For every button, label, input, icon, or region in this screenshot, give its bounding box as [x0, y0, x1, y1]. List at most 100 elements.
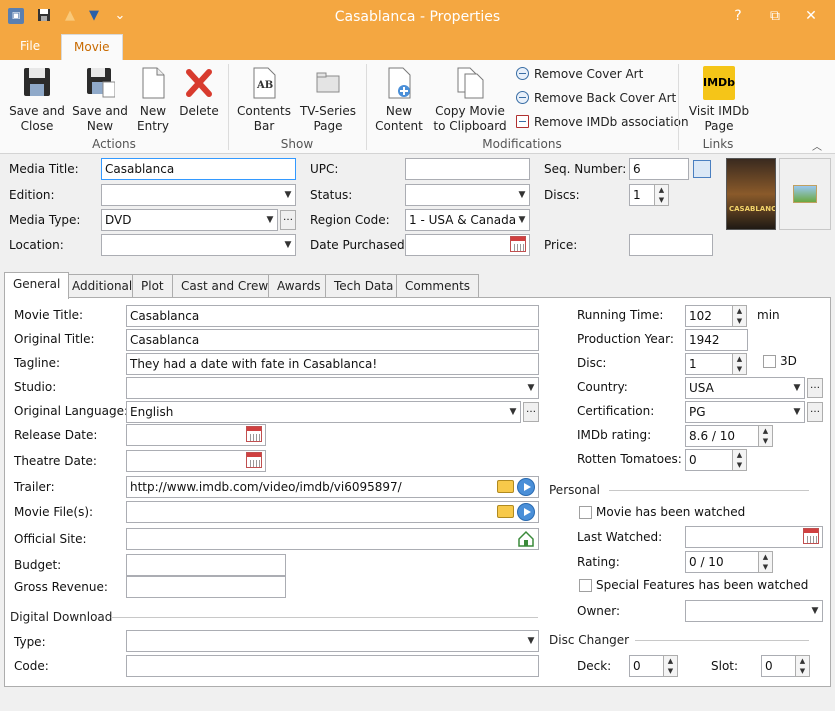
tagline-label: Tagline: — [14, 356, 61, 370]
play-icon[interactable] — [517, 503, 535, 521]
help-button[interactable]: ? — [720, 0, 756, 34]
edition-select[interactable]: ▼ — [101, 184, 296, 206]
calendar-icon[interactable] — [510, 236, 526, 252]
media-type-select[interactable]: DVD ▼ — [101, 209, 278, 231]
restore-button[interactable]: ⧉ — [757, 0, 793, 34]
tab-general[interactable]: General — [4, 272, 70, 299]
upc-input[interactable] — [405, 158, 530, 180]
gross-revenue-input[interactable] — [126, 576, 286, 598]
rating-stepper[interactable]: ▲ ▼ — [758, 551, 773, 573]
save-close-label-1: Save and — [9, 104, 65, 118]
certification-select[interactable]: PG ▼ — [685, 401, 805, 423]
slot-stepper[interactable]: ▲ ▼ — [795, 655, 810, 677]
contents-bar-button[interactable]: AB Contents Bar — [236, 66, 292, 134]
cover-art-image[interactable]: CASABLANCA — [726, 158, 776, 230]
imdb-rating-input[interactable]: 8.6 / 10 — [685, 425, 759, 447]
tagline-input[interactable]: They had a date with fate in Casablanca! — [126, 353, 539, 375]
price-input[interactable] — [629, 234, 713, 256]
tab-file[interactable]: File — [8, 34, 52, 60]
movie-files-input[interactable] — [126, 501, 539, 523]
media-type-more-button[interactable]: … — [280, 210, 296, 230]
status-label: Status: — [310, 188, 353, 202]
special-features-watched-checkbox[interactable] — [579, 579, 592, 592]
tab-tech-data[interactable]: Tech Data — [325, 274, 403, 298]
tab-movie[interactable]: Movie — [61, 34, 123, 61]
tab-cast-and-crew[interactable]: Cast and Crew — [172, 274, 278, 298]
tab-comments[interactable]: Comments — [396, 274, 480, 298]
location-select[interactable]: ▼ — [101, 234, 296, 256]
rating-input[interactable]: 0 / 10 — [685, 551, 759, 573]
delete-button[interactable]: Delete — [178, 66, 220, 119]
seq-number-label: Seq. Number: — [544, 162, 627, 176]
release-date-input[interactable] — [126, 424, 266, 446]
tv-series-page-button[interactable]: TV-Series Page — [298, 66, 358, 134]
studio-select[interactable]: ▼ — [126, 377, 539, 399]
calendar-icon[interactable] — [246, 426, 262, 442]
movie-watched-checkbox[interactable] — [579, 506, 592, 519]
calendar-icon[interactable] — [803, 528, 819, 544]
tab-additional[interactable]: Additional — [63, 274, 142, 298]
remove-cover-art-button[interactable]: Remove Cover Art — [516, 64, 643, 84]
remove-imdb-label: Remove IMDb association — [534, 115, 689, 129]
play-icon[interactable] — [517, 478, 535, 496]
open-folder-icon[interactable] — [497, 480, 514, 493]
running-time-stepper[interactable]: ▲ ▼ — [732, 305, 747, 327]
remove-imdb-association-button[interactable]: Remove IMDb association — [516, 112, 689, 132]
save-and-close-button[interactable]: Save and Close — [8, 66, 66, 134]
group-label-show: Show — [280, 137, 314, 151]
trailer-input[interactable]: http://www.imdb.com/video/imdb/vi6095897… — [126, 476, 539, 498]
remove-imdb-icon — [516, 115, 529, 128]
discs-stepper[interactable]: ▲ ▼ — [654, 184, 669, 206]
discs-input[interactable]: 1 — [629, 184, 655, 206]
region-code-select[interactable]: 1 - USA & Canada ▼ — [405, 209, 530, 231]
copy-movie-clipboard-button[interactable]: Copy Movie to Clipboard — [432, 66, 508, 134]
deck-input[interactable]: 0 — [629, 655, 664, 677]
3d-checkbox[interactable] — [763, 355, 776, 368]
disc-stepper[interactable]: ▲ ▼ — [732, 353, 747, 375]
rotten-tomatoes-stepper[interactable]: ▲ ▼ — [732, 449, 747, 471]
slot-input[interactable]: 0 — [761, 655, 796, 677]
collapse-ribbon-icon[interactable]: ︿ — [812, 138, 822, 153]
chevron-down-icon: ▼ — [527, 383, 535, 393]
code-input[interactable] — [126, 655, 539, 677]
country-select[interactable]: USA ▼ — [685, 377, 805, 399]
open-folder-icon[interactable] — [497, 505, 514, 518]
visit-imdb-page-button[interactable]: IMDb Visit IMDb Page — [688, 66, 750, 134]
seq-number-input[interactable]: 6 — [629, 158, 689, 180]
official-site-input[interactable] — [126, 528, 539, 550]
copy-movie-label-2: to Clipboard — [433, 119, 507, 133]
imdb-rating-stepper[interactable]: ▲ ▼ — [758, 425, 773, 447]
tab-awards[interactable]: Awards — [268, 274, 330, 298]
original-language-more-button[interactable]: … — [523, 402, 539, 422]
last-watched-input[interactable] — [685, 526, 823, 548]
date-purchased-input[interactable] — [405, 234, 530, 256]
disc-input[interactable]: 1 — [685, 353, 733, 375]
movie-title-input[interactable]: Casablanca — [126, 305, 539, 327]
media-title-input[interactable]: Casablanca — [101, 158, 296, 180]
running-time-input[interactable]: 102 — [685, 305, 733, 327]
rotten-tomatoes-input[interactable]: 0 — [685, 449, 733, 471]
tab-plot[interactable]: Plot — [132, 274, 173, 298]
save-and-new-button[interactable]: Save and New — [72, 66, 128, 134]
certification-more-button[interactable]: … — [807, 402, 823, 422]
home-icon[interactable] — [517, 530, 535, 548]
deck-stepper[interactable]: ▲ ▼ — [663, 655, 678, 677]
remove-back-cover-button[interactable]: Remove Back Cover Art — [516, 88, 676, 108]
theatre-date-input[interactable] — [126, 450, 266, 472]
close-button[interactable]: ✕ — [793, 0, 829, 34]
original-title-input[interactable]: Casablanca — [126, 329, 539, 351]
production-year-input[interactable]: 1942 — [685, 329, 748, 351]
new-entry-button[interactable]: New Entry — [134, 66, 172, 134]
owner-select[interactable]: ▼ — [685, 600, 823, 622]
status-select[interactable]: ▼ — [405, 184, 530, 206]
visit-imdb-label-2: Page — [704, 119, 734, 133]
type-select[interactable]: ▼ — [126, 630, 539, 652]
calendar-icon[interactable] — [246, 452, 262, 468]
budget-input[interactable] — [126, 554, 286, 576]
country-more-button[interactable]: … — [807, 378, 823, 398]
add-cover-button[interactable] — [779, 158, 831, 230]
original-language-select[interactable]: English ▼ — [126, 401, 521, 423]
seq-number-grid-icon[interactable] — [693, 160, 711, 178]
new-content-button[interactable]: New Content — [374, 66, 424, 134]
media-header-panel: Media Title: Casablanca Edition: ▼ Media… — [0, 154, 835, 264]
